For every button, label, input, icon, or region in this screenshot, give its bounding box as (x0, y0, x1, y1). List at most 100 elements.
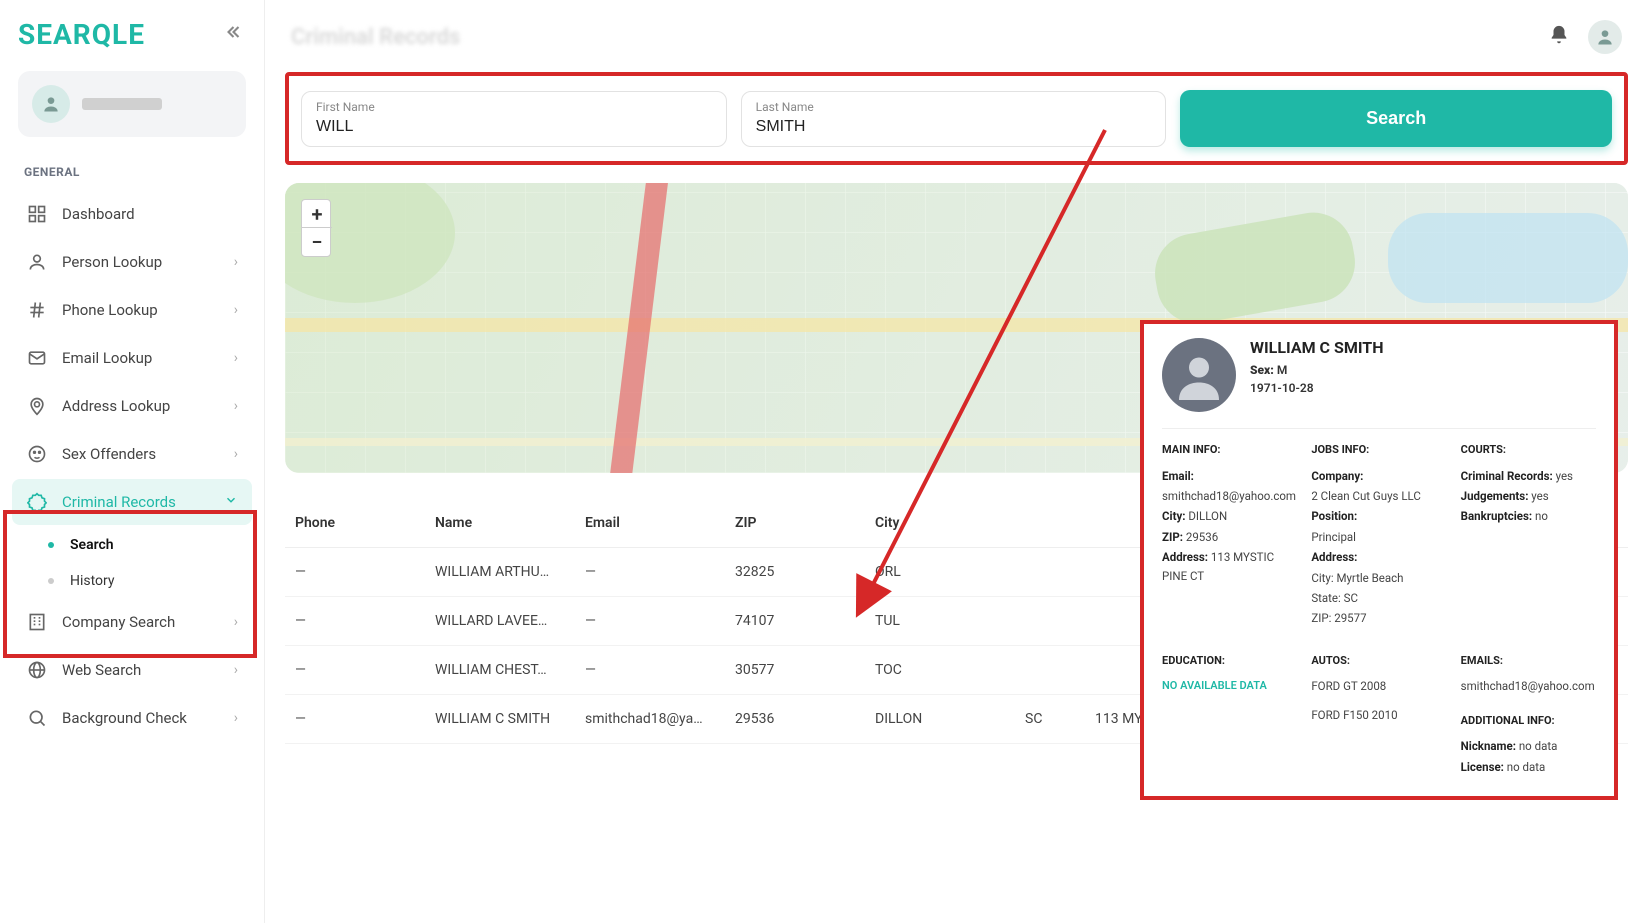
additional-info-heading: ADDITIONAL INFO: (1461, 712, 1596, 730)
grid-icon (26, 204, 48, 224)
pin-icon (26, 396, 48, 416)
sidebar-item-phone-lookup[interactable]: Phone Lookup › (12, 287, 252, 333)
badge-icon (26, 492, 48, 512)
cell-zip: 74107 (725, 597, 865, 646)
col-name: Name (425, 499, 575, 548)
cell-state: SC (1015, 695, 1085, 744)
courts-heading: COURTS: (1461, 441, 1596, 459)
section-label: GENERAL (12, 165, 252, 191)
globe-icon (26, 660, 48, 680)
face-icon (26, 444, 48, 464)
sidebar-item-background-check[interactable]: Background Check › (12, 695, 252, 741)
chevron-right-icon: › (234, 710, 238, 726)
chevron-right-icon: › (234, 398, 238, 414)
zoom-in-button[interactable]: + (302, 200, 332, 228)
cell-name: WILLIAM CHEST… (425, 646, 575, 695)
chevron-right-icon: › (234, 662, 238, 678)
sidebar-item-label: Sex Offenders (62, 445, 234, 463)
last-name-field[interactable]: Last Name (741, 91, 1167, 147)
chevron-right-icon: › (234, 614, 238, 630)
jobs-info-heading: JOBS INFO: (1311, 441, 1446, 459)
sidebar-item-label: Person Lookup (62, 253, 234, 271)
bell-icon[interactable] (1548, 24, 1570, 50)
sidebar-item-label: Background Check (62, 709, 234, 727)
sidebar-item-email-lookup[interactable]: Email Lookup › (12, 335, 252, 381)
education-heading: EDUCATION: (1162, 652, 1297, 670)
submenu-search[interactable]: Search (34, 527, 252, 563)
cell-city: ORL (865, 548, 1015, 597)
emails-heading: EMAILS: (1461, 652, 1596, 670)
submenu-label: History (70, 573, 115, 589)
sidebar-item-person-lookup[interactable]: Person Lookup › (12, 239, 252, 285)
user-card[interactable] (18, 71, 246, 137)
cell-city: DILLON (865, 695, 1015, 744)
col-city: City (865, 499, 1015, 548)
cell-city: TUL (865, 597, 1015, 646)
hash-icon (26, 300, 48, 320)
brand-logo: SEARQLE (18, 18, 145, 51)
submenu-history[interactable]: History (34, 563, 252, 599)
cell-name: WILLIAM ARTHU… (425, 548, 575, 597)
main-info-heading: MAIN INFO: (1162, 441, 1297, 459)
sidebar-item-label: Address Lookup (62, 397, 234, 415)
sidebar-item-label: Phone Lookup (62, 301, 234, 319)
sidebar-item-label: Dashboard (62, 205, 238, 223)
search-icon (26, 708, 48, 728)
detail-name: WILLIAM C SMITH (1250, 338, 1384, 357)
sidebar-item-label: Company Search (62, 613, 234, 631)
submenu-label: Search (70, 537, 114, 553)
dot-icon (48, 542, 54, 548)
main-content: Criminal Records First Name Last Name Se… (265, 0, 1648, 923)
cell-phone: — (285, 646, 425, 695)
cell-phone: — (285, 597, 425, 646)
cell-zip: 30577 (725, 646, 865, 695)
chevron-right-icon: › (234, 446, 238, 462)
cell-zip: 32825 (725, 548, 865, 597)
last-name-input[interactable] (756, 118, 1152, 136)
first-name-input[interactable] (316, 118, 712, 136)
sidebar-item-label: Criminal Records (62, 493, 224, 511)
map-zoom-control: + − (301, 199, 331, 257)
criminal-records-submenu: Search History (12, 527, 252, 599)
user-name-placeholder (82, 98, 162, 110)
autos-heading: AUTOS: (1311, 652, 1446, 670)
cell-city: TOC (865, 646, 1015, 695)
profile-avatar-button[interactable] (1588, 20, 1622, 54)
sidebar-item-label: Email Lookup (62, 349, 234, 367)
cell-state (1015, 597, 1085, 646)
sidebar-item-label: Web Search (62, 661, 234, 679)
chevron-right-icon: › (234, 350, 238, 366)
collapse-sidebar-button[interactable] (226, 22, 246, 47)
detail-avatar-icon (1162, 338, 1236, 412)
first-name-field[interactable]: First Name (301, 91, 727, 147)
cell-phone: — (285, 695, 425, 744)
chevron-right-icon: › (234, 302, 238, 318)
search-button[interactable]: Search (1180, 90, 1612, 147)
col-state (1015, 499, 1085, 548)
search-panel-highlight: First Name Last Name Search (285, 72, 1628, 165)
cell-email: — (575, 548, 725, 597)
sidebar-item-sex-offenders[interactable]: Sex Offenders › (12, 431, 252, 477)
col-phone: Phone (285, 499, 425, 548)
cell-zip: 29536 (725, 695, 865, 744)
mail-icon (26, 348, 48, 368)
sidebar-item-address-lookup[interactable]: Address Lookup › (12, 383, 252, 429)
col-zip: ZIP (725, 499, 865, 548)
chevron-down-icon (224, 493, 238, 511)
first-name-label: First Name (316, 100, 712, 114)
detail-dob: 1971-10-28 (1250, 379, 1384, 397)
building-icon (26, 612, 48, 632)
cell-name: WILLARD LAVEE… (425, 597, 575, 646)
cell-email: smithchad18@ya… (575, 695, 725, 744)
sidebar-item-criminal-records[interactable]: Criminal Records (12, 479, 252, 525)
sidebar-item-company-search[interactable]: Company Search › (12, 599, 252, 645)
dot-icon (48, 578, 54, 584)
cell-name: WILLIAM C SMITH (425, 695, 575, 744)
sidebar-item-dashboard[interactable]: Dashboard (12, 191, 252, 237)
sidebar-item-web-search[interactable]: Web Search › (12, 647, 252, 693)
cell-state (1015, 548, 1085, 597)
user-avatar-icon (32, 85, 70, 123)
last-name-label: Last Name (756, 100, 1152, 114)
zoom-out-button[interactable]: − (302, 228, 332, 256)
sidebar: SEARQLE GENERAL Dashboard Person Lookup … (0, 0, 265, 923)
